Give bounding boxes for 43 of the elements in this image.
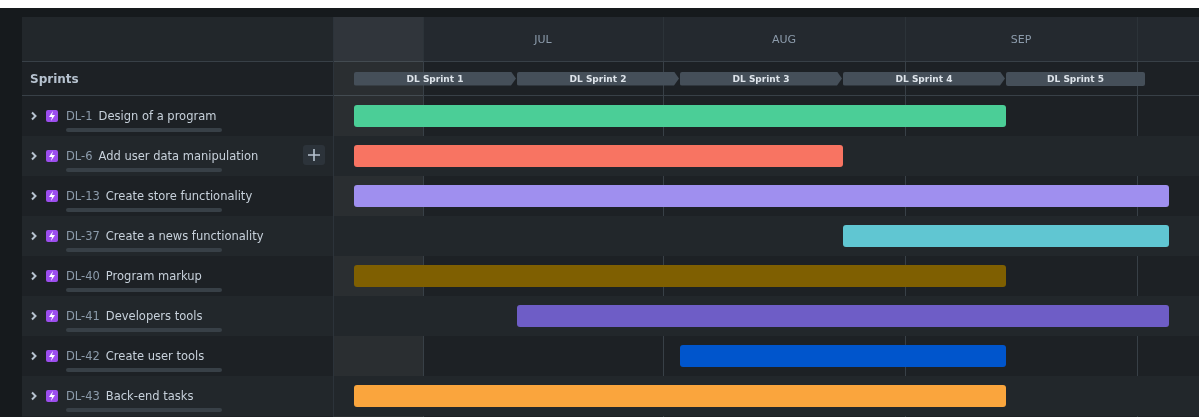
month-label: SEP [1009, 31, 1033, 48]
sprint-label[interactable]: DL Sprint 1 [354, 71, 516, 86]
month-label: AUG [770, 31, 798, 48]
sprint-label[interactable]: DL Sprint 3 [680, 71, 842, 86]
sprints-label: Sprints [30, 71, 79, 86]
issue-title[interactable]: Create a news functionality [105, 229, 264, 243]
lightning-icon [46, 390, 58, 402]
chevron-icon[interactable] [30, 191, 38, 201]
issue-key[interactable]: DL-1 [66, 109, 93, 123]
chevron-icon[interactable] [30, 311, 38, 321]
add-button[interactable] [303, 145, 325, 165]
chevron-icon[interactable] [30, 271, 38, 281]
issue-title[interactable]: Back-end tasks [105, 389, 194, 403]
issue-key[interactable]: DL-6 [66, 149, 93, 163]
chevron-icon[interactable] [30, 151, 38, 161]
chevron-icon[interactable] [30, 231, 38, 241]
issue-key[interactable]: DL-37 [66, 229, 100, 243]
plus-icon [308, 149, 320, 161]
issue-key[interactable]: DL-42 [66, 349, 100, 363]
lightning-icon [46, 190, 58, 202]
issue-key[interactable]: DL-43 [66, 389, 100, 403]
issue-title[interactable]: Add user data manipulation [98, 149, 259, 163]
lightning-icon [46, 350, 58, 362]
lightning-icon [46, 150, 58, 162]
issue-key[interactable]: DL-41 [66, 309, 100, 323]
chevron-icon[interactable] [30, 111, 38, 121]
lightning-icon [46, 110, 58, 122]
issue-key[interactable]: DL-13 [66, 189, 100, 203]
issue-title[interactable]: Create user tools [105, 349, 205, 363]
lightning-icon [46, 230, 58, 242]
chevron-icon[interactable] [30, 391, 38, 401]
sprint-label[interactable]: DL Sprint 5 [1006, 71, 1145, 86]
issue-title[interactable]: Developers tools [105, 309, 203, 323]
chevron-icon[interactable] [30, 351, 38, 361]
lightning-icon [46, 310, 58, 322]
sprint-label[interactable]: DL Sprint 4 [843, 71, 1005, 86]
issue-title[interactable]: Program markup [105, 269, 202, 283]
issue-title[interactable]: Create store functionality [105, 189, 253, 203]
sprint-label[interactable]: DL Sprint 2 [517, 71, 679, 86]
month-label: JUL [532, 31, 553, 48]
lightning-icon [46, 270, 58, 282]
issue-key[interactable]: DL-40 [66, 269, 100, 283]
issue-title[interactable]: Design of a program [98, 109, 217, 123]
